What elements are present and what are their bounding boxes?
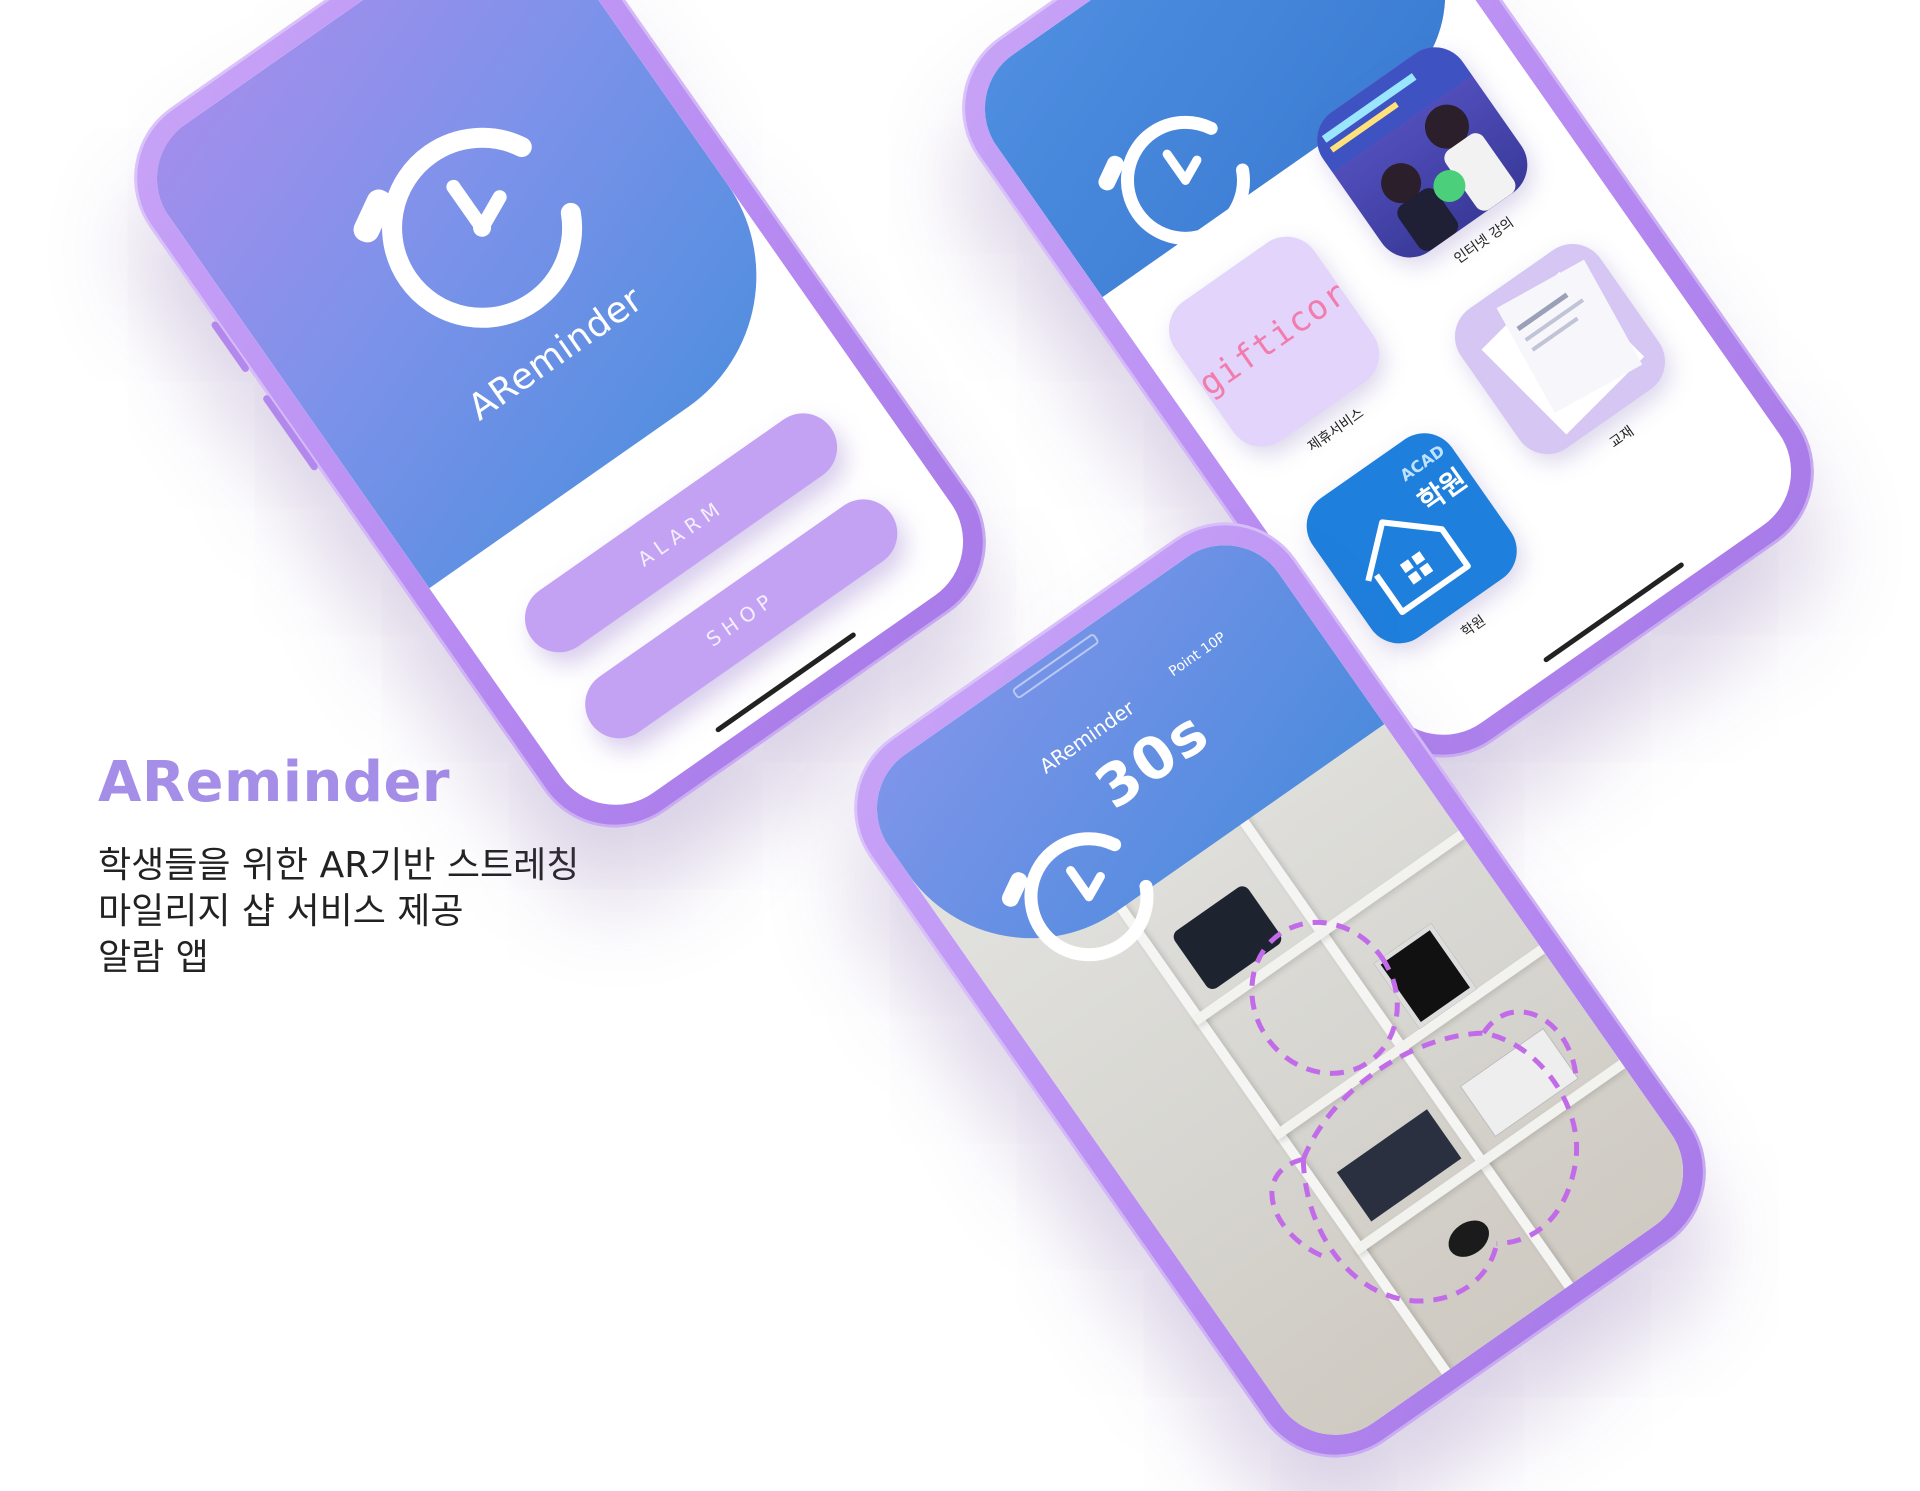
promo-title: AReminder (98, 750, 451, 815)
phone-side-button (210, 320, 251, 374)
promo-block: AReminder 학생들을 위한 AR기반 스트레칭 마일리지 샵 서비스 제… (98, 750, 579, 981)
promo-line-2: 마일리지 샵 서비스 제공 (98, 891, 464, 932)
speaker-notch (1011, 632, 1101, 700)
promo-line-3: 알람 앱 (98, 937, 209, 978)
point-display: Point 10P (1166, 629, 1229, 681)
home-screen: AReminder ALARM SHOP (131, 0, 989, 831)
gifticorn-logo-text: gifticorn (1191, 260, 1373, 405)
home-indicator[interactable] (1542, 561, 1685, 664)
promo-description: 학생들을 위한 AR기반 스트레칭 마일리지 샵 서비스 제공 알람 앱 (98, 843, 579, 981)
phone-home-mockup: AReminder ALARM SHOP (100, 0, 1020, 862)
promo-line-1: 학생들을 위한 AR기반 스트레칭 (98, 845, 580, 886)
